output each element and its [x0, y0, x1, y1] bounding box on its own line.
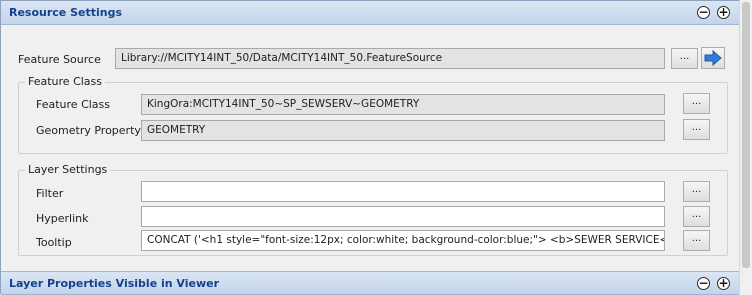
- tooltip-label: Tooltip: [36, 236, 72, 249]
- expand-icon[interactable]: +: [717, 6, 730, 19]
- filter-browse-button[interactable]: ...: [683, 181, 710, 202]
- go-to-feature-source-button[interactable]: [701, 47, 725, 69]
- feature-class-label: Feature Class: [36, 98, 111, 111]
- geometry-property-browse-button[interactable]: ...: [683, 119, 710, 140]
- feature-class-field[interactable]: KingOra:MCITY14INT_50~SP_SEWSERV~GEOMETR…: [141, 94, 665, 115]
- geometry-property-field[interactable]: GEOMETRY: [141, 120, 665, 141]
- arrow-right-icon: [704, 49, 722, 67]
- tooltip-field[interactable]: CONCAT ('<h1 style="font-size:12px; colo…: [141, 230, 665, 251]
- feature-source-browse-button[interactable]: ...: [671, 48, 698, 69]
- layer-properties-header[interactable]: Layer Properties Visible in Viewer − +: [1, 271, 739, 295]
- hyperlink-browse-button[interactable]: ...: [683, 206, 710, 227]
- tooltip-browse-button[interactable]: ...: [683, 230, 710, 251]
- expand-icon[interactable]: +: [717, 277, 730, 290]
- layer-properties-title: Layer Properties Visible in Viewer: [9, 277, 220, 290]
- feature-class-group-title: Feature Class: [25, 75, 106, 88]
- filter-label: Filter: [36, 187, 64, 200]
- geometry-property-label: Geometry Property: [36, 124, 141, 137]
- resource-settings-header[interactable]: Resource Settings − +: [1, 1, 739, 25]
- feature-source-label: Feature Source: [18, 53, 101, 66]
- layer-settings-group-title: Layer Settings: [25, 163, 111, 176]
- feature-class-browse-button[interactable]: ...: [683, 93, 710, 114]
- scrollbar-thumb[interactable]: [742, 2, 750, 268]
- collapse-icon[interactable]: −: [697, 277, 710, 290]
- collapse-icon[interactable]: −: [697, 6, 710, 19]
- feature-class-group: [18, 82, 728, 154]
- hyperlink-label: Hyperlink: [36, 212, 89, 225]
- hyperlink-field[interactable]: [141, 206, 665, 227]
- feature-source-field[interactable]: Library://MCITY14INT_50/Data/MCITY14INT_…: [115, 48, 665, 69]
- resource-settings-panel: Resource Settings − + Feature Source Lib…: [0, 0, 740, 295]
- vertical-scrollbar[interactable]: [739, 0, 752, 294]
- filter-field[interactable]: [141, 181, 665, 202]
- resource-settings-title: Resource Settings: [9, 6, 123, 19]
